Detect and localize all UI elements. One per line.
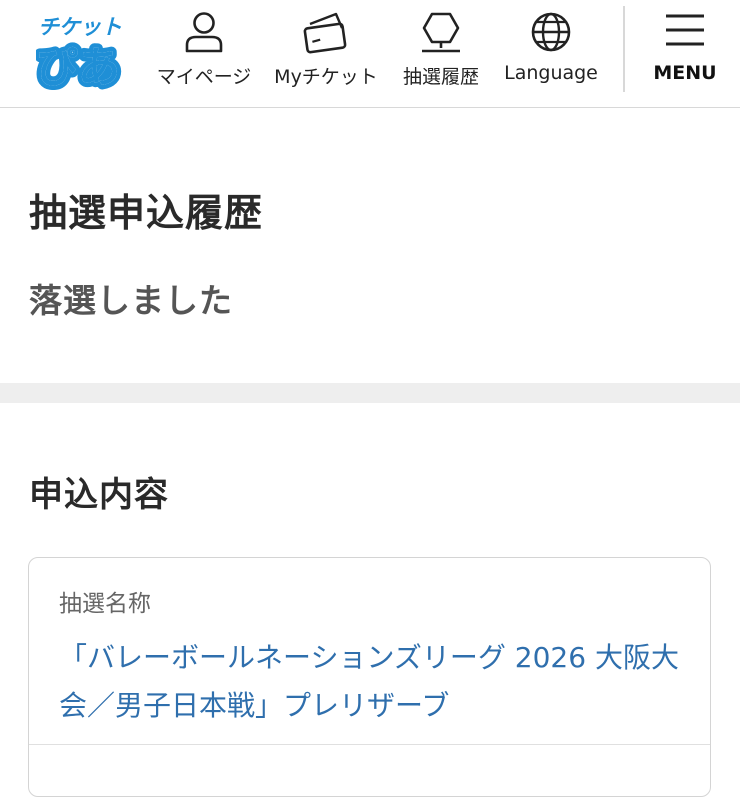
nav-myticket[interactable]: Myチケット (270, 0, 382, 100)
header-divider (623, 6, 625, 92)
nav-language[interactable]: Language (498, 0, 604, 100)
card-divider (29, 744, 710, 745)
hamburger-icon (664, 10, 706, 54)
nav-myticket-label: Myチケット (274, 66, 378, 88)
logo-graphic: チケット ぴあ ぴあ (32, 15, 125, 97)
menu-label: MENU (653, 62, 717, 84)
nav-language-label: Language (504, 62, 598, 84)
globe-icon (529, 10, 573, 58)
person-icon (184, 10, 224, 58)
application-card: 抽選名称 「バレーボールネーションズリーグ 2026 大阪大会／男子日本戦」プレ… (28, 557, 711, 797)
lottery-name-label: 抽選名称 (59, 591, 151, 617)
lottery-result-status: 落選しました (29, 281, 233, 320)
nav-mypage[interactable]: マイページ (150, 0, 258, 100)
site-header: チケット ぴあ ぴあ マイページ Myチケット 抽選履歴 Language ME… (0, 0, 740, 108)
page-title: 抽選申込履歴 (29, 191, 264, 235)
svg-text:ぴあ: ぴあ (36, 43, 120, 90)
nav-lottery-history-label: 抽選履歴 (402, 66, 479, 88)
section-separator (0, 383, 740, 403)
ticket-icon (302, 10, 350, 58)
menu-button[interactable]: MENU (640, 0, 730, 100)
lottery-icon (419, 10, 463, 58)
lottery-name-link[interactable]: 「バレーボールネーションズリーグ 2026 大阪大会／男子日本戦」プレリザーブ (59, 634, 689, 730)
nav-lottery-history[interactable]: 抽選履歴 (396, 0, 486, 100)
application-heading: 申込内容 (29, 475, 169, 515)
application-details-section: 申込内容 抽選名称 「バレーボールネーションズリーグ 2026 大阪大会／男子日… (0, 403, 740, 797)
ticket-pia-logo[interactable]: チケット ぴあ ぴあ (32, 8, 125, 97)
svg-text:チケット: チケット (38, 15, 122, 39)
lottery-result-section: 抽選申込履歴 落選しました (0, 108, 740, 383)
nav-mypage-label: マイページ (156, 66, 252, 88)
